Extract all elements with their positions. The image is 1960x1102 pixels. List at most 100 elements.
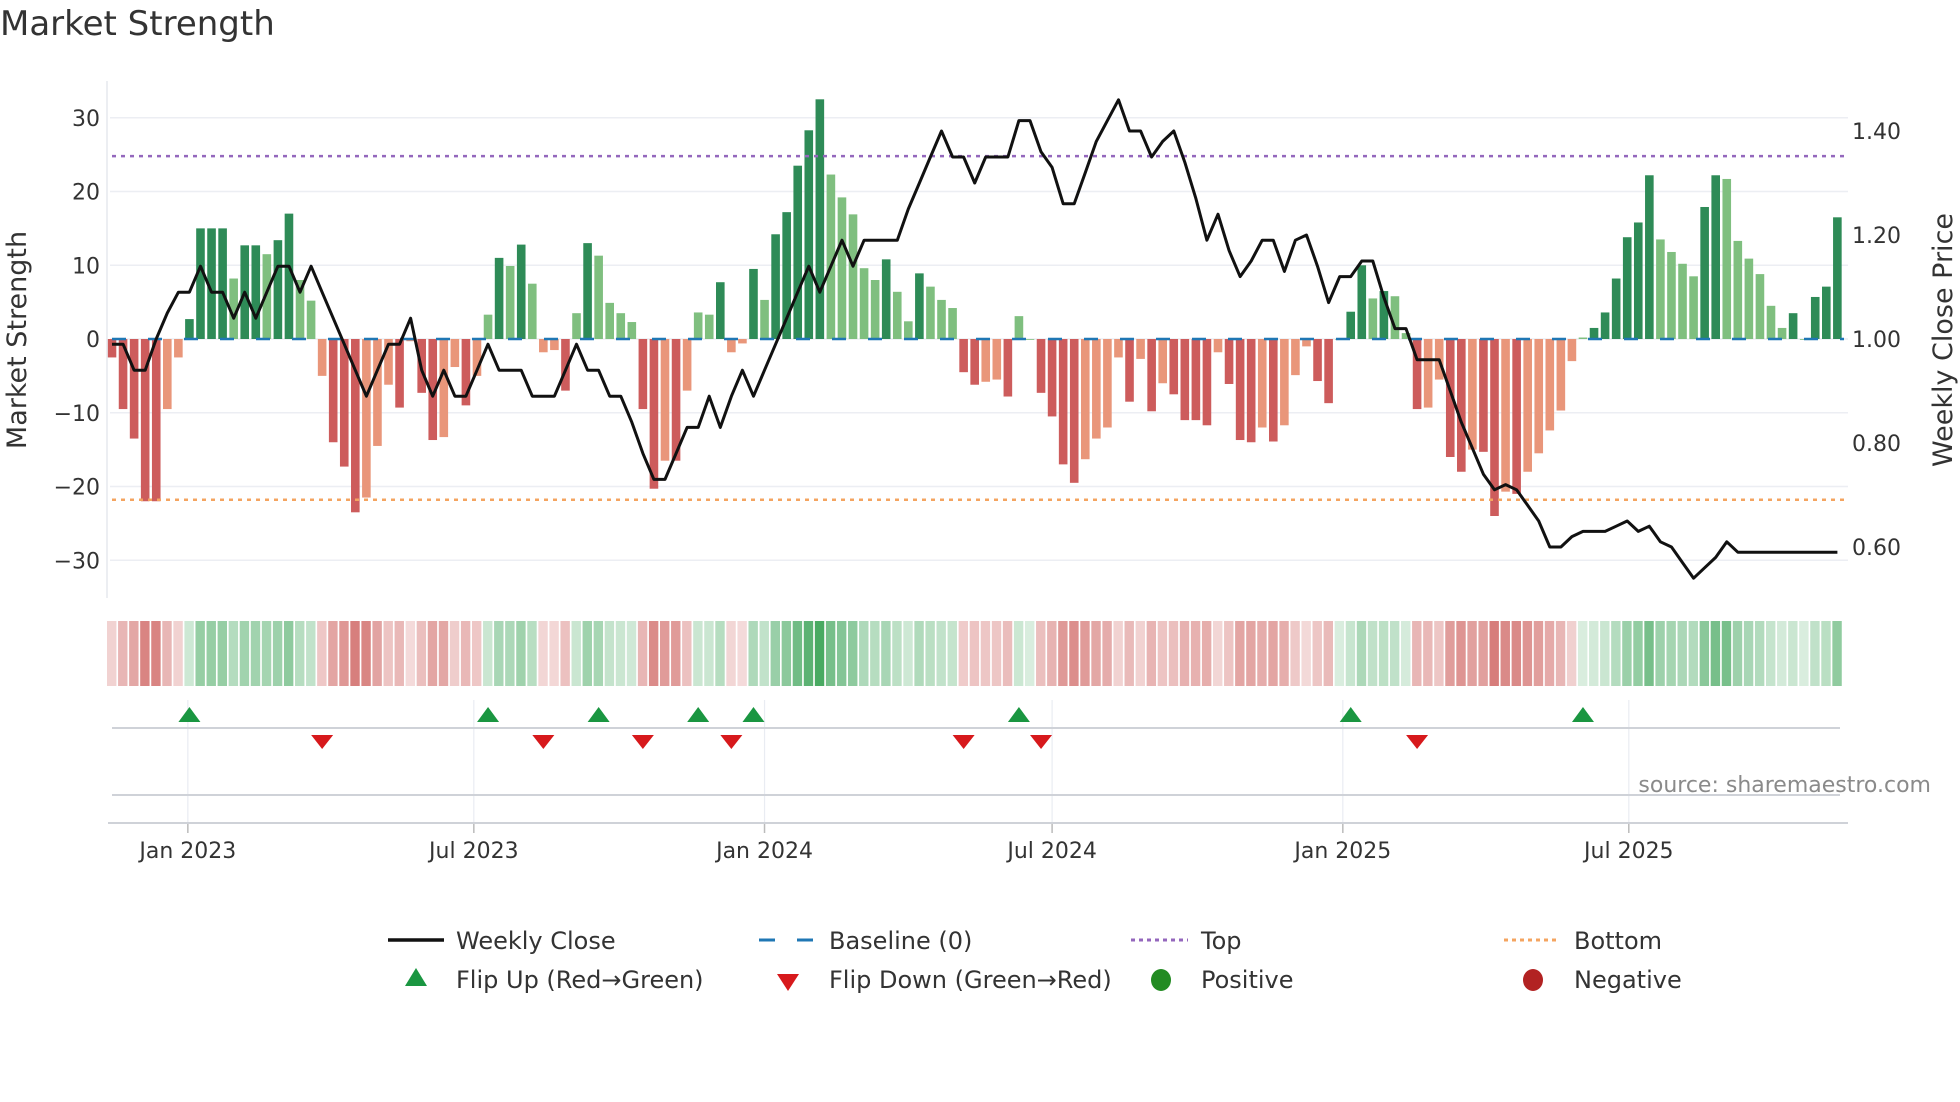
strip-cell [737, 621, 747, 686]
strip-cell [1434, 621, 1444, 686]
strength-bar [1213, 339, 1223, 353]
strength-bar [163, 339, 172, 410]
legend-negative-icon [1523, 969, 1543, 991]
strength-bar [483, 314, 493, 339]
strip-cell [1743, 621, 1754, 686]
flip-up-marker [477, 707, 500, 722]
strength-bar [1092, 339, 1101, 439]
strip-cell [328, 621, 338, 686]
strength-bar [1656, 239, 1665, 339]
strip-cell [903, 621, 913, 686]
flip-down-marker [1030, 735, 1053, 749]
strength-bar [1622, 237, 1632, 339]
strength-bar [837, 197, 847, 339]
legend-weekly-close: Weekly Close [456, 927, 616, 955]
y2-tick-label: 1.20 [1852, 224, 1901, 249]
strength-bar [1246, 339, 1256, 443]
strip-cell [1467, 621, 1477, 686]
legend-top: Top [1200, 927, 1242, 955]
strip-cell [1832, 621, 1842, 686]
source-note: source: sharemaestro.com [1638, 773, 1931, 798]
strength-bar [1224, 339, 1234, 384]
strip-cell [1544, 621, 1555, 686]
strip-cell [715, 621, 725, 686]
strength-bar [1755, 274, 1765, 339]
strength-bar [251, 245, 261, 339]
strip-cell [1069, 621, 1079, 686]
strip-cell [1788, 621, 1798, 686]
axes: 30 20 10 0 −10 −20 −30 1.40 1.20 1.00 0.80 0.60 Jan … [54, 81, 1901, 864]
x-tick-label: Jan 2024 [714, 839, 813, 864]
strength-bar [605, 302, 614, 339]
strength-bar [218, 228, 227, 339]
strip-cell [881, 621, 891, 686]
strip-cell [1511, 621, 1522, 686]
strip-cell [283, 621, 294, 686]
flip-up-marker [1571, 707, 1594, 722]
strip-cell [1257, 621, 1267, 686]
x-tick-label: Jan 2023 [137, 839, 236, 864]
strength-bar [1711, 175, 1720, 339]
strip-cell [914, 621, 924, 686]
strip-cell [726, 621, 736, 686]
strip-cell [1312, 621, 1322, 686]
strength-bar [494, 257, 504, 339]
strip-cell [1389, 621, 1400, 686]
strength-bar [1114, 339, 1123, 358]
strength-bar [749, 268, 758, 339]
strength-bar [339, 339, 349, 467]
strength-bar [439, 339, 449, 438]
strip-cell [1047, 621, 1057, 686]
strip-cell [671, 621, 681, 686]
strip-cell [1246, 621, 1256, 686]
strength-bar [273, 240, 283, 339]
strip-cell [1456, 621, 1466, 686]
strength-bar [1777, 327, 1787, 339]
x-tick-label: Jul 2025 [1582, 839, 1674, 864]
strip-cell [140, 621, 150, 686]
strip-cell [1522, 621, 1533, 686]
strength-bar [1700, 206, 1709, 339]
strip-cell [1113, 621, 1123, 686]
strength-bar [870, 280, 880, 339]
strength-bar [704, 314, 714, 339]
flip-down-marker [952, 735, 975, 749]
strip-cell [1821, 621, 1831, 686]
strip-cell [1201, 621, 1212, 686]
strength-bar [1136, 339, 1145, 359]
x-tick-label: Jul 2024 [1005, 839, 1097, 864]
strength-bar [859, 268, 869, 339]
strip-cell [1091, 621, 1101, 686]
strip-cell [1058, 621, 1068, 686]
strength-bar [616, 313, 626, 339]
strip-cell [637, 621, 648, 686]
strip-cell [1600, 621, 1610, 686]
strip-cell [1146, 621, 1157, 686]
strength-bar [1833, 217, 1842, 339]
strip-cell [483, 621, 493, 686]
strip-cell [129, 621, 139, 686]
strength-bar [892, 291, 902, 339]
strip-cell [1677, 621, 1687, 686]
strip-cell [947, 621, 957, 686]
strength-bar [948, 308, 957, 339]
strength-bar [306, 300, 316, 339]
strip-cell [261, 621, 272, 686]
strip-cell [1655, 621, 1665, 686]
strength-bar [1047, 339, 1057, 417]
strength-bar [1788, 313, 1798, 339]
strength-bar [1822, 286, 1831, 339]
strip-cell [162, 621, 172, 686]
strength-bar [804, 130, 814, 339]
strength-bar [727, 339, 736, 353]
legend-negative: Negative [1574, 966, 1682, 994]
strip-cell [870, 621, 880, 686]
strip-cell [582, 621, 592, 686]
legend: Weekly Close Baseline (0) Top Bottom Fli… [388, 927, 1682, 994]
strength-bar [1744, 258, 1754, 339]
strip-cell [1754, 621, 1765, 686]
strip-cell [1135, 621, 1145, 686]
strength-bar [1689, 276, 1698, 339]
strength-bar [881, 259, 891, 339]
strength-bar [527, 283, 537, 339]
